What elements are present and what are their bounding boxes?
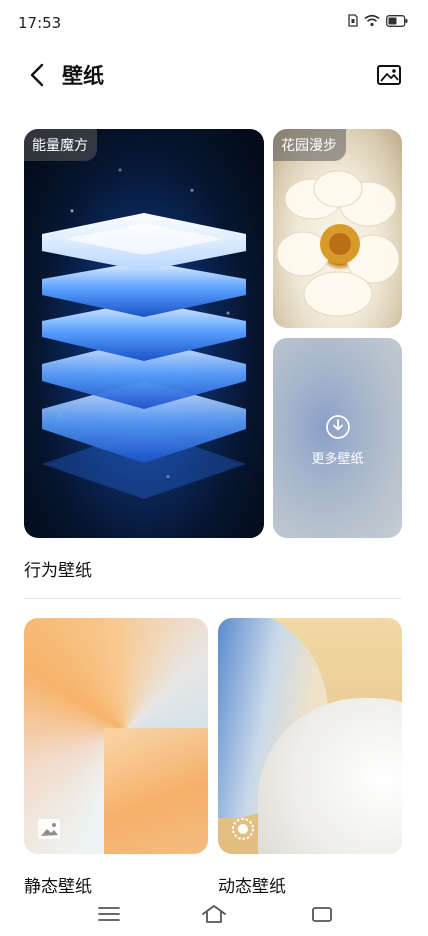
more-wallpapers-label: 更多壁纸 xyxy=(311,452,364,467)
wallpaper-card-energy-cube[interactable]: 能量魔方 xyxy=(24,129,264,538)
recent-apps-icon xyxy=(312,907,332,922)
download-icon xyxy=(326,415,350,439)
divider xyxy=(24,598,402,599)
chevron-left-icon xyxy=(30,63,44,87)
sim-icon xyxy=(348,14,358,27)
image-icon xyxy=(38,819,60,839)
status-icons xyxy=(348,14,408,27)
menu-icon xyxy=(98,907,120,921)
section-label-behavior[interactable]: 行为壁纸 xyxy=(24,556,92,581)
nav-menu-button[interactable] xyxy=(95,902,123,926)
home-icon xyxy=(202,905,226,923)
wallpaper-card-dynamic[interactable] xyxy=(218,618,402,854)
wallpaper-card-static[interactable] xyxy=(24,618,208,854)
gallery-button[interactable] xyxy=(376,62,402,88)
battery-icon xyxy=(386,14,408,27)
nav-back-button[interactable] xyxy=(308,902,336,926)
status-time: 17:53 xyxy=(18,14,62,32)
back-button[interactable] xyxy=(26,60,50,90)
live-wallpaper-icon xyxy=(232,818,254,840)
nav-home-button[interactable] xyxy=(200,902,228,926)
section-label-dynamic[interactable]: 动态壁纸 xyxy=(218,872,286,897)
wifi-icon xyxy=(364,14,380,27)
image-icon xyxy=(377,65,401,85)
cube-layers-illustration xyxy=(42,213,246,499)
section-label-static[interactable]: 静态壁纸 xyxy=(24,872,92,897)
wallpaper-tag: 花园漫步 xyxy=(273,129,346,161)
wallpaper-card-garden[interactable]: 花园漫步 xyxy=(273,129,402,328)
page-title: 壁纸 xyxy=(62,64,104,88)
wallpaper-tag: 能量魔方 xyxy=(24,129,97,161)
static-pane-graphic xyxy=(104,728,208,854)
more-wallpapers-button[interactable]: 更多壁纸 xyxy=(273,338,402,538)
